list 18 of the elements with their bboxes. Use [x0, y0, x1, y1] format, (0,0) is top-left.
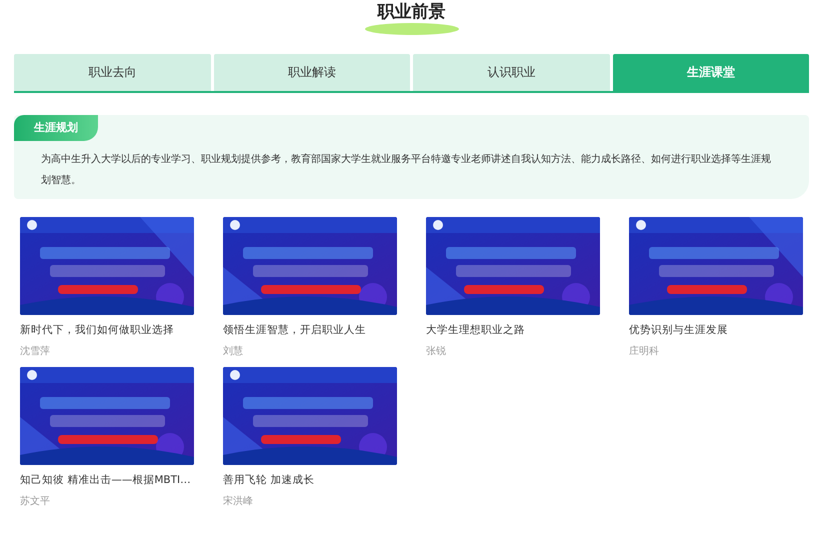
author-name: 张锐: [426, 344, 447, 358]
course-title[interactable]: 新时代下，我们如何做职业选择: [20, 323, 194, 337]
tab[interactable]: 职业解读: [214, 54, 410, 91]
course-title[interactable]: 知己知彼 精准出击——根据MBTI…: [20, 473, 194, 487]
section-tag: 生涯规划: [14, 115, 98, 141]
author-name: 庄明科: [629, 344, 660, 358]
tab[interactable]: 认识职业: [413, 54, 610, 91]
author-name: 沈雪萍: [20, 344, 51, 358]
author-name: 宋洪峰: [223, 494, 254, 508]
course-title[interactable]: 优势识别与生涯发展: [629, 323, 803, 337]
description: 为高中生升入大学以后的专业学习、职业规划提供参考，教育部国家大学生就业服务平台特邀专业老师讲述自我认知方法、能力成长路径、如何进行职业选择等生涯规划智慧。: [41, 152, 772, 188]
tab[interactable]: 职业去向: [14, 54, 210, 91]
course-title[interactable]: 领悟生涯智慧，开启职业人生: [223, 323, 397, 337]
page-title: 职业前景: [378, 2, 446, 22]
course-title[interactable]: 善用飞轮 加速成长: [223, 473, 397, 487]
author-name: 刘慧: [223, 344, 244, 358]
author-name: 苏文平: [20, 494, 51, 508]
course-title[interactable]: 大学生理想职业之路: [426, 323, 600, 337]
